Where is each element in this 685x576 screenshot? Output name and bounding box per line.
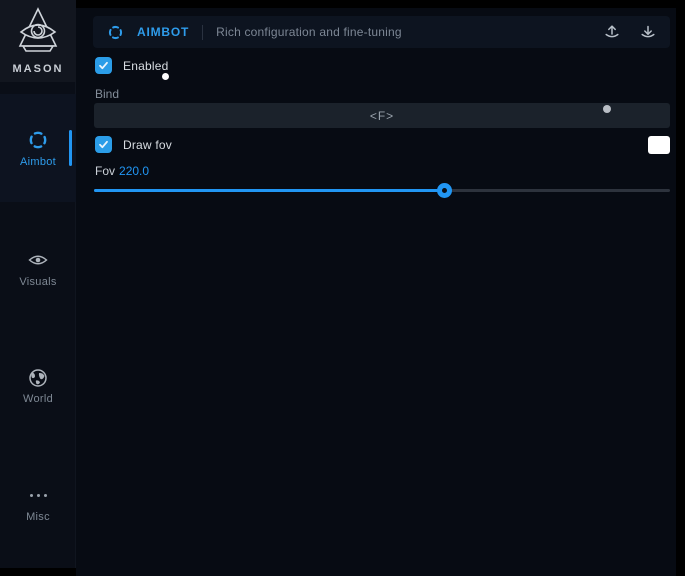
globe-icon [28,368,48,388]
page-subtitle: Rich configuration and fine-tuning [216,25,402,39]
draw-fov-label: Draw fov [123,138,172,152]
sidebar-item-label: Misc [26,511,50,523]
fov-slider-handle[interactable] [437,183,452,198]
cursor-dot [162,73,169,80]
fov-value: 220.0 [119,164,149,178]
enabled-label: Enabled [123,59,168,73]
enabled-checkbox[interactable] [95,57,112,74]
page-title: AIMBOT [137,25,189,39]
bind-keybind-input[interactable]: <F> [94,103,670,128]
divider [202,25,203,40]
ellipsis-icon [30,486,47,506]
section-header: AIMBOT Rich configuration and fine-tunin… [93,16,670,48]
sidebar-item-aimbot[interactable]: Aimbot [0,94,76,202]
sidebar-item-label: World [23,393,53,405]
sidebar-item-world[interactable]: World [0,332,76,440]
app-window: MASON Aimbot Visuals [0,0,685,576]
crosshair-icon [107,24,124,41]
fov-label-row: Fov 220.0 [95,164,149,178]
pyramid-eye-logo-icon [15,6,61,56]
fov-slider[interactable] [94,183,670,198]
check-icon [98,139,109,150]
download-icon [640,24,656,40]
crosshair-icon [27,129,49,151]
download-config-button[interactable] [640,24,656,40]
brand: MASON [0,0,76,82]
main-panel: AIMBOT Rich configuration and fine-tunin… [76,8,676,576]
sidebar-item-visuals[interactable]: Visuals [0,214,76,322]
upload-config-button[interactable] [604,24,620,40]
fov-label: Fov [95,164,115,178]
eye-icon [27,249,49,271]
fov-slider-fill [94,189,445,192]
draw-fov-checkbox[interactable] [95,136,112,153]
brand-name: MASON [13,63,64,75]
fov-slider-track[interactable] [94,189,670,192]
upload-icon [604,24,620,40]
sidebar-item-label: Aimbot [20,156,56,168]
bind-label: Bind [95,87,119,101]
check-icon [98,60,109,71]
fov-color-swatch[interactable] [648,136,670,154]
sidebar-item-misc[interactable]: Misc [0,450,76,558]
sidebar: MASON Aimbot Visuals [0,0,76,568]
sidebar-item-label: Visuals [19,276,56,288]
active-accent-bar [69,130,72,166]
draw-fov-row: Draw fov [95,136,172,153]
particle-dot [603,105,611,113]
enabled-row: Enabled [95,57,168,74]
bind-value: <F> [370,109,394,123]
